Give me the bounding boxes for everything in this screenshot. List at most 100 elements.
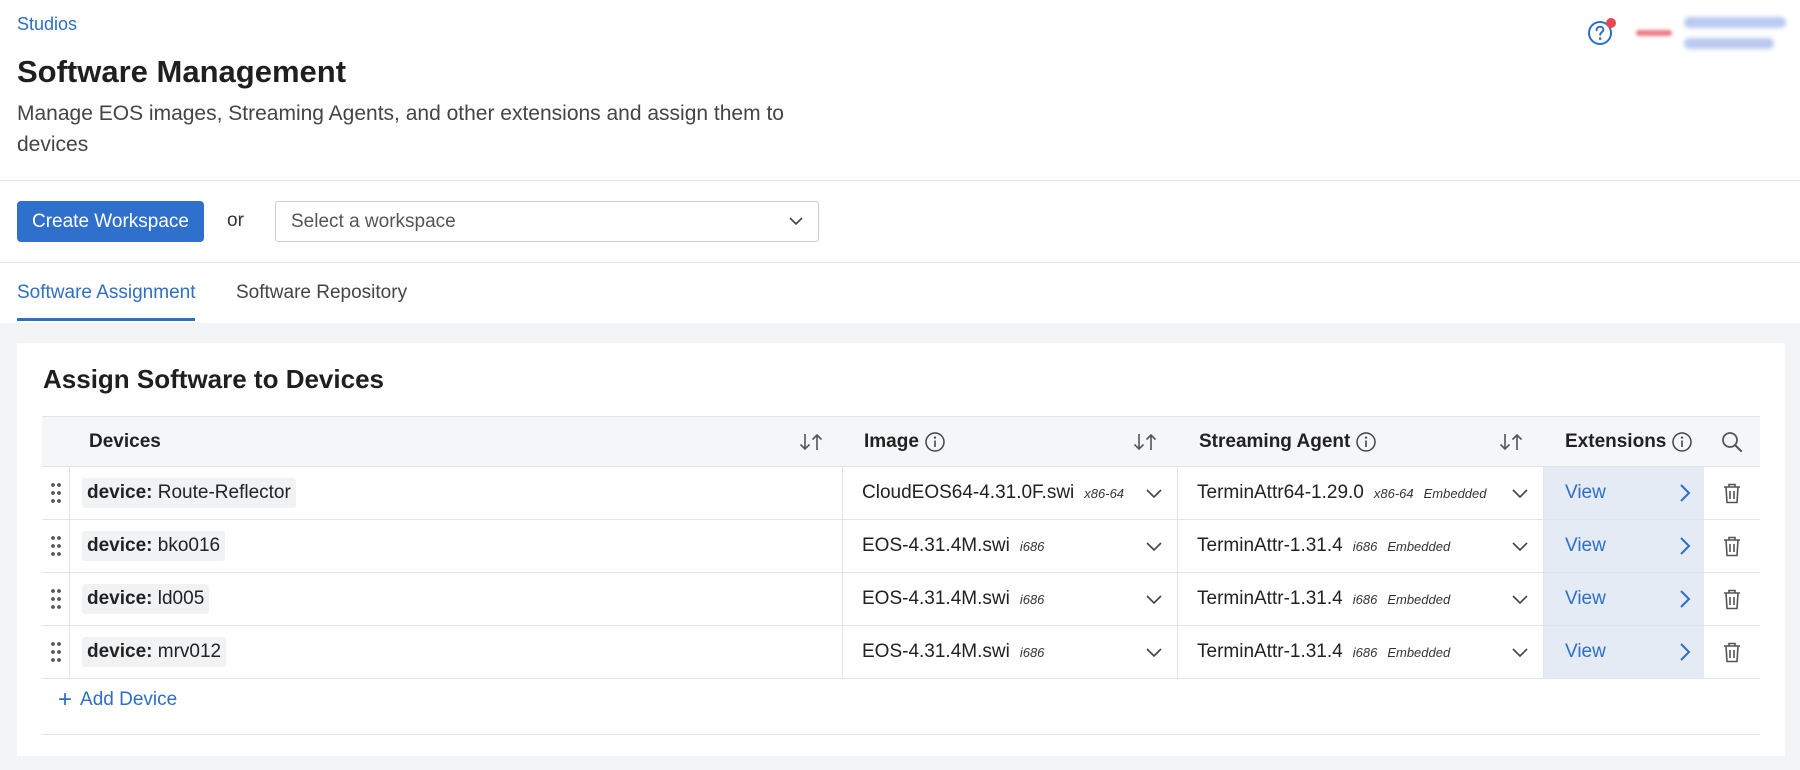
device-chip[interactable]: device: Route-Reflector [82, 478, 296, 508]
delete-row-button[interactable] [1704, 520, 1760, 572]
device-key: device: [87, 482, 153, 503]
workspace-select[interactable]: Select a workspace [275, 201, 819, 242]
device-value: mrv012 [157, 641, 222, 662]
image-name: CloudEOS64-4.31.0F.swi [862, 482, 1075, 503]
page-title: Software Management [17, 54, 347, 89]
device-key: device: [87, 641, 153, 662]
device-value: Route-Reflector [157, 482, 291, 503]
view-label: View [1565, 535, 1606, 556]
image-name: EOS-4.31.4M.swi [862, 641, 1010, 662]
device-cell: device: bko016 [69, 520, 843, 572]
view-label: View [1565, 641, 1606, 662]
agent-mode: Embedded [1423, 485, 1487, 501]
trash-icon [1724, 536, 1740, 557]
info-icon[interactable] [924, 431, 946, 453]
sort-icon[interactable] [1498, 431, 1524, 453]
user-org-redacted [1684, 38, 1774, 49]
device-value: bko016 [157, 535, 221, 556]
column-header-extensions: Extensions [1565, 417, 1693, 466]
device-cell: device: Route-Reflector [69, 467, 843, 519]
toolbar-divider [0, 262, 1800, 263]
image-select[interactable]: EOS-4.31.4M.swi i686 [843, 573, 1178, 625]
trash-icon [1724, 483, 1740, 504]
extensions-view-link[interactable]: View [1544, 520, 1704, 572]
column-label-extensions: Extensions [1565, 430, 1667, 452]
extensions-view-link[interactable]: View [1544, 626, 1704, 678]
table-row: device: mrv012 EOS-4.31.4M.swi i686 Term… [42, 626, 1760, 679]
active-tab-indicator [17, 318, 195, 321]
streaming-agent-select[interactable]: TerminAttr-1.31.4 i686 Embedded [1178, 520, 1544, 572]
help-button[interactable] [1587, 18, 1616, 46]
image-select[interactable]: EOS-4.31.4M.swi i686 [843, 520, 1178, 572]
sort-icon[interactable] [1132, 431, 1158, 453]
device-chip[interactable]: device: bko016 [82, 531, 226, 561]
create-workspace-button[interactable]: Create Workspace [17, 201, 204, 242]
tab-software-repository[interactable]: Software Repository [236, 282, 407, 304]
delete-row-button[interactable] [1704, 626, 1760, 678]
chevron-right-icon [1680, 590, 1691, 608]
streaming-agent-select[interactable]: TerminAttr64-1.29.0 x86-64 Embedded [1178, 467, 1544, 519]
chevron-down-icon [1512, 595, 1528, 605]
device-chip[interactable]: device: ld005 [82, 584, 210, 614]
drag-handle-icon[interactable] [42, 573, 69, 625]
add-device-button[interactable]: + Add Device [58, 688, 177, 712]
column-header-streaming-agent: Streaming Agent [1199, 417, 1377, 466]
drag-handle-icon[interactable] [42, 520, 69, 572]
card-title: Assign Software to Devices [43, 364, 384, 394]
agent-mode: Embedded [1387, 591, 1451, 607]
or-label: or [227, 210, 244, 231]
streaming-agent-select[interactable]: TerminAttr-1.31.4 i686 Embedded [1178, 626, 1544, 678]
search-icon[interactable] [1720, 430, 1744, 454]
avatar [1636, 30, 1672, 36]
device-cell: device: mrv012 [69, 626, 843, 678]
column-label-streaming-agent: Streaming Agent [1199, 430, 1351, 452]
assign-software-card: Assign Software to Devices Devices Image… [17, 343, 1785, 756]
streaming-agent-select[interactable]: TerminAttr-1.31.4 i686 Embedded [1178, 573, 1544, 625]
column-label-devices: Devices [89, 430, 161, 452]
delete-row-button[interactable] [1704, 467, 1760, 519]
notification-dot [1606, 18, 1616, 28]
agent-mode: Embedded [1387, 644, 1451, 660]
image-select[interactable]: EOS-4.31.4M.swi i686 [843, 626, 1178, 678]
chevron-down-icon [1512, 542, 1528, 552]
delete-row-button[interactable] [1704, 573, 1760, 625]
extensions-view-link[interactable]: View [1544, 573, 1704, 625]
info-icon[interactable] [1355, 431, 1377, 453]
table-header: Devices Image Streaming Agent Extensions [42, 416, 1760, 467]
workspace-select-placeholder: Select a workspace [291, 210, 456, 232]
chevron-down-icon [1512, 648, 1528, 658]
extensions-view-link[interactable]: View [1544, 467, 1704, 519]
image-select[interactable]: CloudEOS64-4.31.0F.swi x86-64 [843, 467, 1178, 519]
device-chip[interactable]: device: mrv012 [82, 637, 227, 667]
info-icon[interactable] [1671, 431, 1693, 453]
device-key: device: [87, 588, 153, 609]
chevron-down-icon [789, 217, 803, 226]
device-cell: device: ld005 [69, 573, 843, 625]
trash-icon [1724, 642, 1740, 663]
user-menu[interactable] [1636, 14, 1786, 54]
page-description: Manage EOS images, Streaming Agents, and… [17, 102, 784, 156]
drag-handle-icon[interactable] [42, 626, 69, 678]
table-row: device: Route-Reflector CloudEOS64-4.31.… [42, 467, 1760, 520]
plus-icon: + [58, 686, 73, 713]
chevron-down-icon [1146, 595, 1162, 605]
agent-arch: i686 [1352, 538, 1378, 554]
breadcrumb-studios[interactable]: Studios [17, 14, 77, 35]
agent-name: TerminAttr64-1.29.0 [1197, 482, 1364, 503]
sort-icon[interactable] [798, 431, 824, 453]
device-key: device: [87, 535, 153, 556]
chevron-down-icon [1146, 542, 1162, 552]
agent-name: TerminAttr-1.31.4 [1197, 641, 1343, 662]
agent-arch: x86-64 [1373, 485, 1414, 501]
agent-arch: i686 [1352, 591, 1378, 607]
image-name: EOS-4.31.4M.swi [862, 535, 1010, 556]
image-arch: i686 [1019, 591, 1045, 607]
agent-mode: Embedded [1387, 538, 1451, 554]
column-header-image: Image [864, 417, 946, 466]
drag-handle-icon[interactable] [42, 467, 69, 519]
image-arch: i686 [1019, 538, 1045, 554]
image-arch: x86-64 [1084, 485, 1125, 501]
view-label: View [1565, 588, 1606, 609]
agent-name: TerminAttr-1.31.4 [1197, 588, 1343, 609]
tab-software-assignment[interactable]: Software Assignment [17, 282, 195, 304]
